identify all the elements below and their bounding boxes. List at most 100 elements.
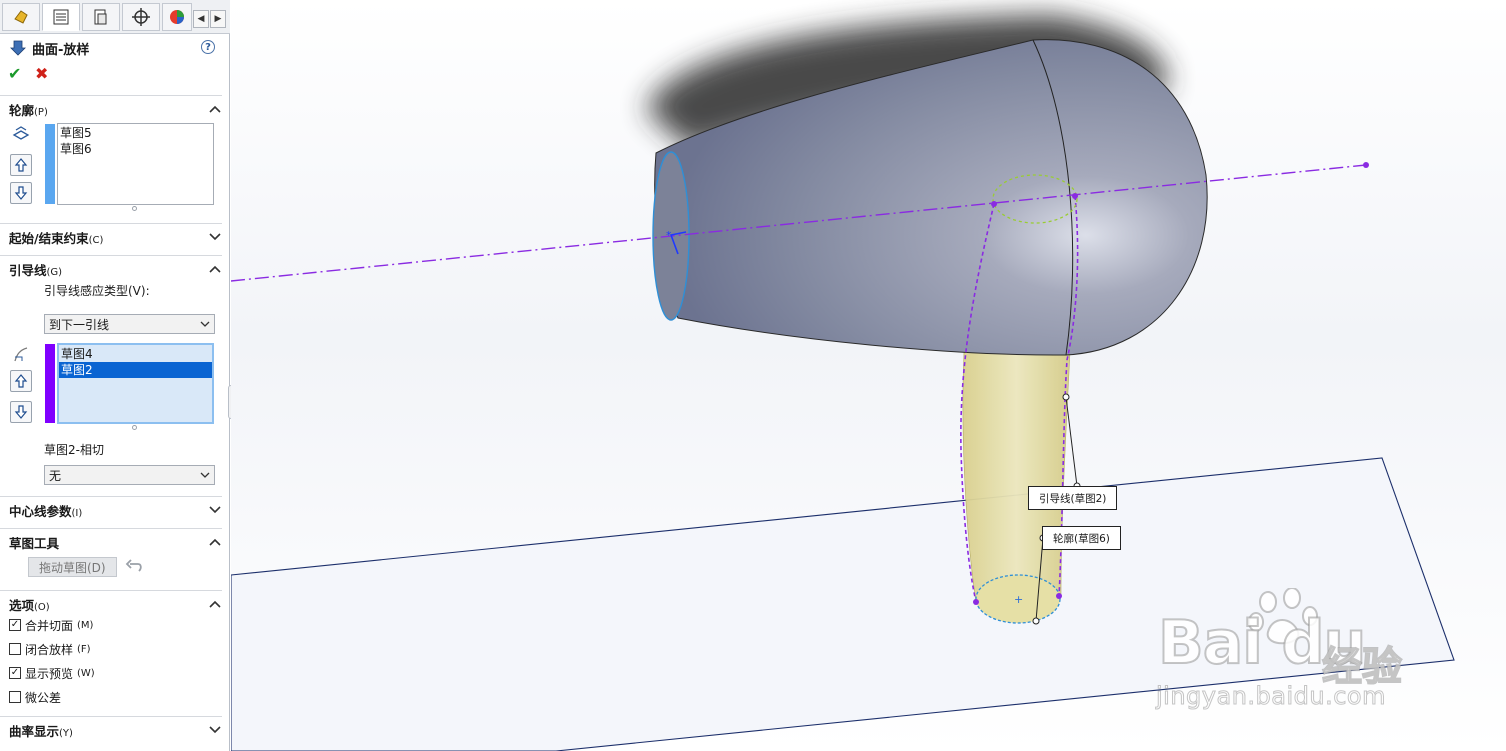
drag-sketch-button[interactable]: 拖动草图(D) — [28, 557, 117, 577]
guide-move-down-button[interactable] — [10, 401, 32, 423]
guide-tangent-select[interactable]: 无 — [44, 465, 215, 485]
profiles-color-bar — [45, 124, 55, 204]
section-header-guides[interactable]: 引导线(G) — [9, 259, 221, 279]
featuremanager-tab[interactable] — [2, 3, 40, 31]
arrow-down-icon — [14, 405, 28, 419]
featuremanager-icon — [14, 10, 28, 24]
chevron-down-icon[interactable] — [209, 506, 221, 514]
loft-surface-icon — [10, 40, 26, 56]
checkbox-box[interactable] — [9, 643, 21, 655]
callout-anchor — [1032, 617, 1040, 625]
profile-move-down-button[interactable] — [10, 182, 32, 204]
section-title-start-end: 起始/结束约束 — [9, 230, 89, 246]
origin-plus-icon: + — [1014, 593, 1023, 606]
guides-color-bar — [45, 344, 55, 423]
chevron-up-icon[interactable] — [209, 538, 221, 546]
guide-curve-icon — [12, 345, 30, 363]
checkbox-box[interactable]: ✓ — [9, 667, 21, 679]
section-key-options: (O) — [34, 601, 50, 613]
chevron-up-icon[interactable] — [209, 265, 221, 273]
arrow-up-icon — [14, 158, 28, 172]
section-title-guides: 引导线 — [9, 262, 47, 278]
feature-title: 曲面-放样 — [10, 38, 89, 58]
feature-title-label: 曲面-放样 — [32, 42, 90, 58]
chevron-up-icon[interactable] — [209, 105, 221, 113]
list-item[interactable]: 草图6 — [58, 141, 213, 157]
guide-point — [973, 599, 979, 605]
crosshair-icon — [132, 8, 150, 26]
chevron-down-icon[interactable] — [209, 726, 221, 734]
help-button[interactable]: ? — [201, 40, 215, 54]
micro-tolerance-checkbox[interactable]: 微公差 — [9, 688, 61, 706]
section-key-curvature: (Y) — [59, 727, 73, 739]
section-header-profiles[interactable]: 轮廓(P) — [9, 99, 221, 119]
list-item[interactable]: 草图4 — [59, 346, 212, 362]
configuration-icon — [94, 9, 107, 25]
configurationmanager-tab[interactable] — [82, 3, 120, 31]
chevron-up-icon[interactable] — [209, 600, 221, 608]
profile-move-up-button[interactable] — [10, 154, 32, 176]
checkbox-box[interactable]: ✓ — [9, 619, 21, 631]
guides-resize-handle[interactable] — [132, 425, 137, 430]
section-header-options[interactable]: 选项(O) — [9, 594, 221, 614]
tab-scroll-right-icon[interactable]: ▶ — [210, 10, 226, 28]
checkbox-label: 合并切面 — [25, 618, 74, 633]
checkbox-key: (W) — [77, 667, 95, 679]
property-manager-panel: ◀ ▶ 曲面-放样 ? ✔ ✖ 轮廓(P) 草图5 草图6 起始/结束约束(C)… — [0, 0, 230, 751]
close-loft-checkbox[interactable]: 闭合放样 (F) — [9, 640, 91, 658]
guide-point — [991, 201, 997, 207]
list-item[interactable]: 草图5 — [58, 125, 213, 141]
tab-scroll-left-icon[interactable]: ◀ — [193, 10, 209, 28]
section-key-centerline: (I) — [71, 507, 83, 519]
guide-point — [1072, 193, 1078, 199]
undo-sketch-icon[interactable] — [124, 558, 144, 576]
cancel-button[interactable]: ✖ — [35, 64, 48, 83]
propertymanager-tab[interactable] — [42, 3, 80, 31]
chevron-down-icon[interactable] — [209, 233, 221, 241]
callout-anchor — [1062, 393, 1070, 401]
watermark-url: jingyan.baidu.com — [1156, 682, 1386, 711]
axis-endpoint — [1363, 162, 1369, 168]
merge-tangent-checkbox[interactable]: ✓ 合并切面 (M) — [9, 616, 93, 634]
guide-influence-select[interactable]: 到下一引线 — [44, 314, 215, 334]
profiles-list[interactable]: 草图5 草图6 — [57, 123, 214, 205]
checkbox-label: 闭合放样 — [25, 642, 74, 657]
guides-list[interactable]: 草图4 草图2 — [57, 343, 214, 424]
manager-tabs: ◀ ▶ — [0, 0, 230, 34]
checkbox-key: (F) — [77, 643, 91, 655]
section-header-centerline[interactable]: 中心线参数(I) — [9, 500, 221, 520]
section-title-curvature: 曲率显示 — [9, 723, 60, 739]
section-title-centerline: 中心线参数 — [9, 503, 72, 519]
section-header-sketch-tools[interactable]: 草图工具 — [9, 532, 221, 552]
chevron-down-icon — [200, 472, 210, 478]
list-item-selected[interactable]: 草图2 — [59, 362, 212, 378]
checkbox-label: 微公差 — [25, 690, 62, 705]
arrow-down-icon — [14, 186, 28, 200]
profile-callout[interactable]: 轮廓(草图6) — [1042, 526, 1121, 550]
profiles-resize-handle[interactable] — [132, 206, 137, 211]
display-tab[interactable] — [162, 3, 192, 31]
section-title-options: 选项 — [9, 597, 35, 613]
section-title-sketch-tools: 草图工具 — [9, 535, 60, 551]
checkbox-box[interactable] — [9, 691, 21, 703]
checkbox-key: (M) — [77, 619, 94, 631]
ok-button[interactable]: ✔ — [8, 64, 21, 83]
checkbox-label: 显示预览 — [25, 666, 74, 681]
profile-type-icon — [12, 125, 30, 143]
guide-tangent-label: 草图2-相切 — [44, 443, 104, 457]
show-preview-checkbox[interactable]: ✓ 显示预览 (W) — [9, 664, 95, 682]
section-key-guides: (G) — [46, 266, 63, 278]
section-header-curvature[interactable]: 曲率显示(Y) — [9, 720, 221, 740]
arrow-up-icon — [14, 374, 28, 388]
svg-text:*: * — [666, 229, 672, 242]
guide-curve-callout[interactable]: 引导线(草图2) — [1028, 486, 1118, 510]
guide-move-up-button[interactable] — [10, 370, 32, 392]
chevron-down-icon — [200, 321, 210, 327]
section-key-start-end: (C) — [88, 234, 104, 246]
guide-influence-label: 引导线感应类型(V): — [44, 284, 150, 298]
appearance-icon — [170, 10, 184, 24]
section-key-profiles: (P) — [34, 106, 48, 118]
handle-loft-preview — [962, 351, 1071, 603]
dimxpert-tab[interactable] — [122, 3, 160, 31]
section-header-start-end[interactable]: 起始/结束约束(C) — [9, 227, 221, 247]
